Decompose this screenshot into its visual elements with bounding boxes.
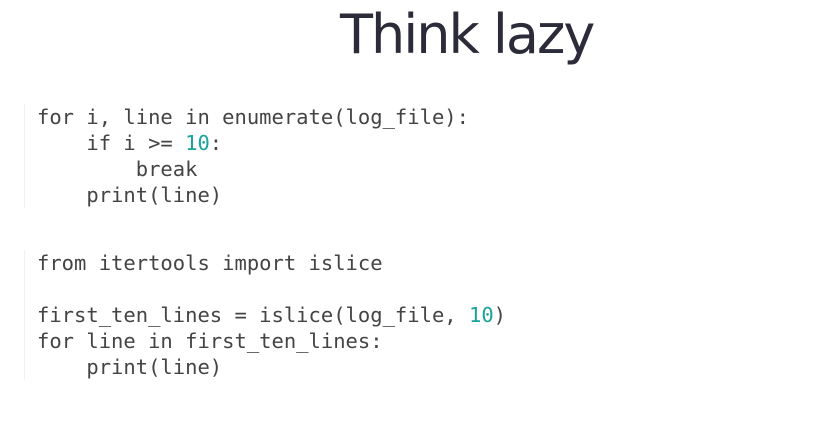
slide-title: Think lazy bbox=[340, 3, 595, 66]
slide: { "slide": { "title": "Think lazy" }, "c… bbox=[0, 0, 823, 431]
code-line: from itertools import islice bbox=[37, 251, 383, 275]
number-literal: 10 bbox=[468, 303, 494, 327]
code-line: for line in first_ten_lines: bbox=[37, 329, 383, 353]
code-line: print(line) bbox=[37, 355, 223, 379]
code-text: if i >= bbox=[37, 131, 186, 155]
code-line: if i >= 10: bbox=[37, 130, 469, 156]
code-text: first_ten_lines = islice(log_file, bbox=[37, 303, 469, 327]
code-text: ) bbox=[493, 303, 507, 327]
code-block-loop-break: for i, line in enumerate(log_file): if i… bbox=[24, 104, 469, 208]
number-literal: 10 bbox=[185, 131, 210, 155]
code-line: for i, line in enumerate(log_file): bbox=[37, 105, 469, 129]
code-block-islice: from itertools import islice first_ten_li… bbox=[24, 250, 506, 380]
code-text: : bbox=[209, 131, 223, 155]
code-line: print(line) bbox=[37, 183, 223, 207]
code-line: first_ten_lines = islice(log_file, 10) bbox=[37, 302, 506, 328]
code-line: break bbox=[37, 157, 198, 181]
